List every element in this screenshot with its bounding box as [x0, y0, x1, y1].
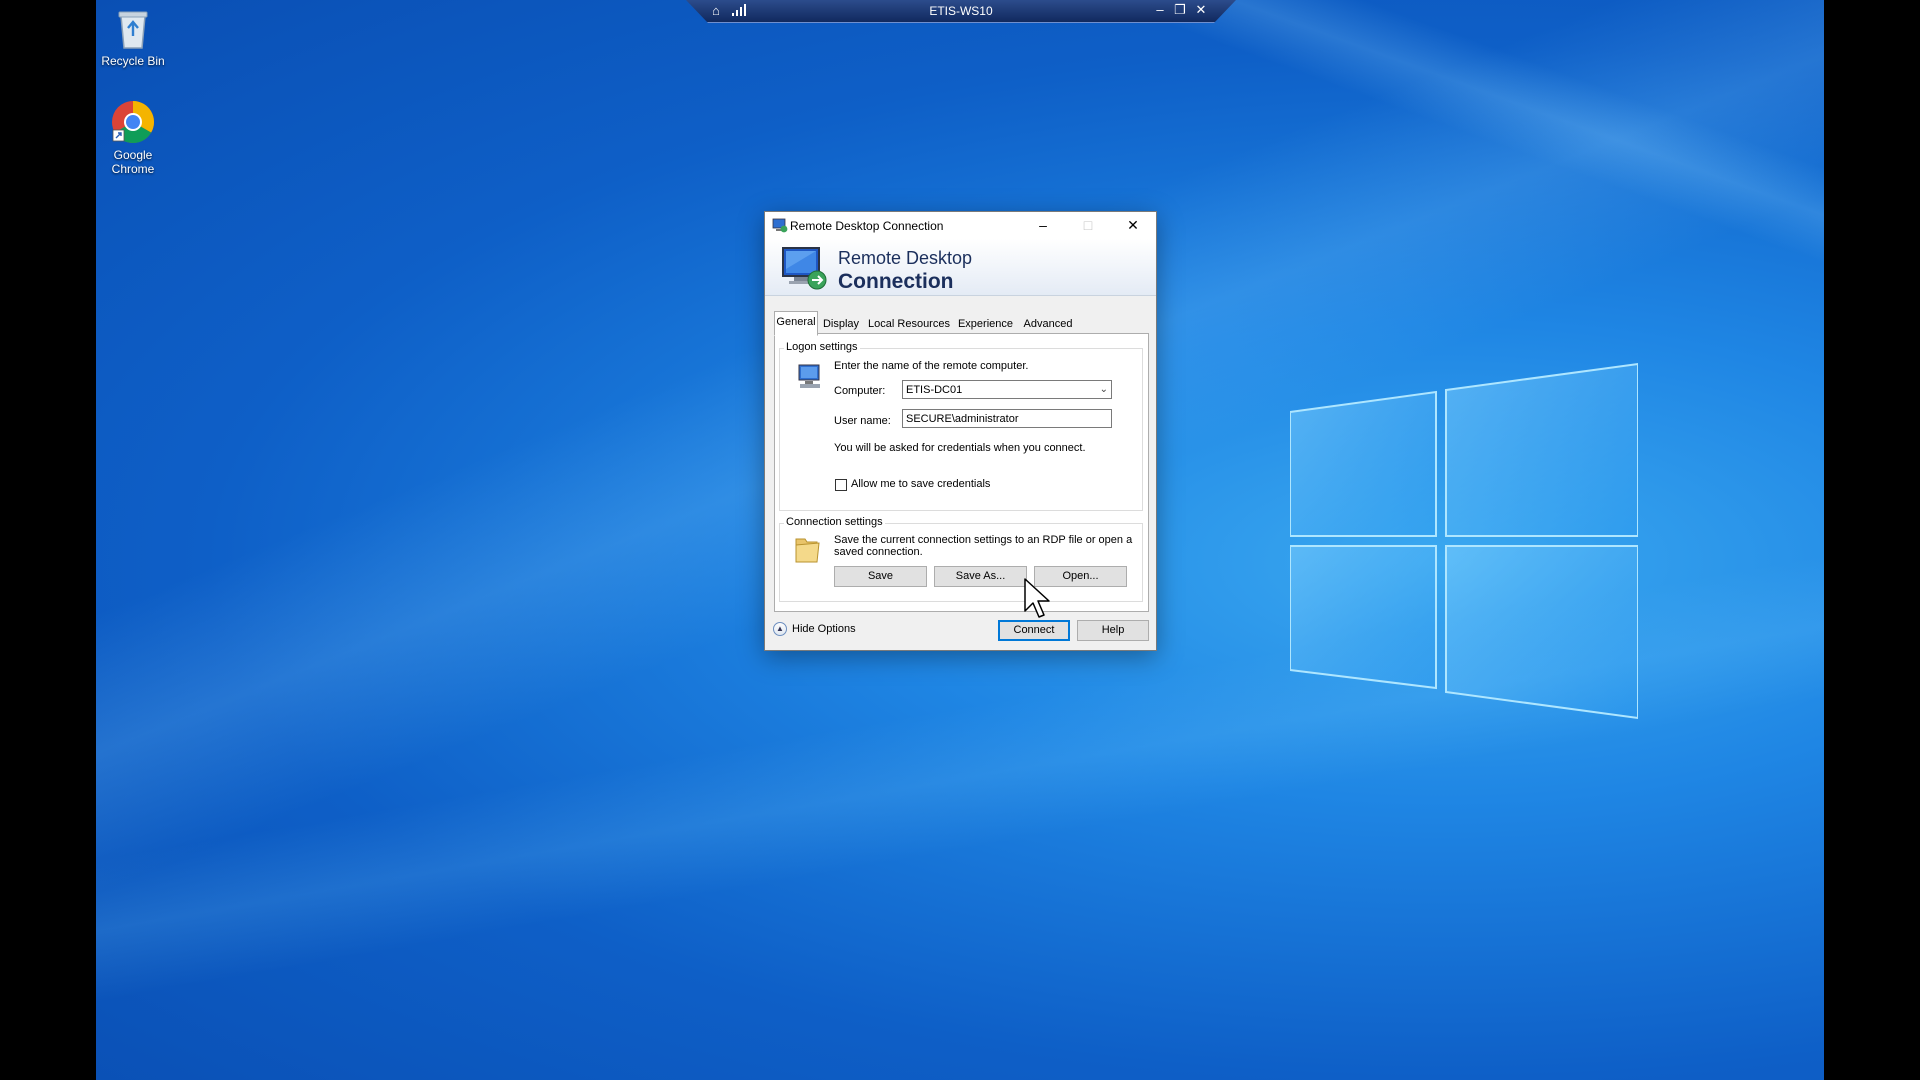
connection-description-line1: Save the current connection settings to … — [834, 534, 1133, 546]
chrome-icon — [112, 100, 155, 144]
tab-display[interactable]: Display — [819, 313, 863, 335]
minimize-button[interactable]: – — [1021, 212, 1065, 239]
connection-description-line2: saved connection. — [834, 546, 923, 558]
tab-experience[interactable]: Experience — [954, 313, 1017, 335]
dialog-title: Remote Desktop Connection — [790, 219, 944, 233]
logon-instruction: Enter the name of the remote computer. — [834, 360, 1029, 372]
folder-icon — [795, 538, 820, 563]
computer-combobox[interactable]: ETIS-DC01 ⌄ — [902, 380, 1112, 399]
computer-label: Computer: — [834, 385, 886, 397]
dialog-titlebar[interactable]: Remote Desktop Connection – □ ✕ — [765, 212, 1156, 239]
hide-options-label[interactable]: Hide Options — [792, 623, 856, 635]
tab-local-resources[interactable]: Local Resources — [865, 313, 953, 335]
save-button[interactable]: Save — [834, 566, 927, 587]
chevron-up-icon[interactable]: ▲ — [773, 622, 787, 636]
rdp-connection-bar: ⌂ ETIS-WS10 – ❐ ✕ — [686, 0, 1236, 23]
banner-title-line1: Remote Desktop — [838, 248, 973, 268]
rdp-restore-button[interactable]: ❐ — [1171, 2, 1189, 18]
username-label: User name: — [834, 415, 891, 427]
desktop-icon-label: Recycle Bin — [101, 54, 165, 68]
computer-value: ETIS-DC01 — [906, 384, 963, 396]
tab-general[interactable]: General — [774, 311, 818, 336]
save-as-button[interactable]: Save As... — [934, 566, 1027, 587]
banner-title-line2: Connection — [838, 270, 954, 293]
close-button[interactable]: ✕ — [1111, 212, 1155, 239]
recycle-bin-icon — [118, 11, 148, 49]
dialog-banner: Remote Desktop Connection — [765, 239, 1156, 296]
windows-logo-icon — [1290, 362, 1638, 720]
maximize-button: □ — [1083, 217, 1093, 233]
desktop-icon-google-chrome[interactable]: Google Chrome — [91, 100, 175, 176]
save-credentials-checkbox[interactable] — [835, 479, 847, 491]
desktop-icon-recycle-bin[interactable]: Recycle Bin — [91, 6, 175, 68]
desktop-icon-label: Google Chrome — [111, 148, 155, 176]
connection-settings-label: Connection settings — [784, 516, 885, 528]
remote-desktop-icon — [772, 218, 788, 233]
rdp-minimize-button[interactable]: – — [1151, 2, 1169, 17]
rdp-close-button[interactable]: ✕ — [1192, 2, 1210, 18]
logon-settings-group: Logon settings Enter the name of the rem… — [779, 341, 1143, 511]
connect-button[interactable]: Connect — [998, 620, 1070, 641]
username-input[interactable]: SECURE\administrator — [902, 409, 1112, 428]
credentials-note: You will be asked for credentials when y… — [834, 442, 1086, 454]
chevron-down-icon[interactable]: ⌄ — [1100, 381, 1108, 399]
tab-advanced[interactable]: Advanced — [1019, 313, 1077, 335]
username-value: SECURE\administrator — [906, 413, 1019, 425]
help-button[interactable]: Help — [1077, 620, 1149, 641]
mouse-pointer-icon — [1024, 578, 1050, 618]
general-tab-panel: Logon settings Enter the name of the rem… — [774, 333, 1149, 612]
connection-settings-group: Connection settings Save the current con… — [779, 516, 1143, 602]
computer-icon — [798, 364, 820, 388]
logon-settings-label: Logon settings — [784, 341, 860, 353]
remote-desktop-monitor-icon — [782, 247, 827, 290]
save-credentials-label[interactable]: Allow me to save credentials — [851, 478, 990, 490]
remote-desktop-connection-dialog: Remote Desktop Connection – □ ✕ Remote D… — [764, 211, 1157, 651]
